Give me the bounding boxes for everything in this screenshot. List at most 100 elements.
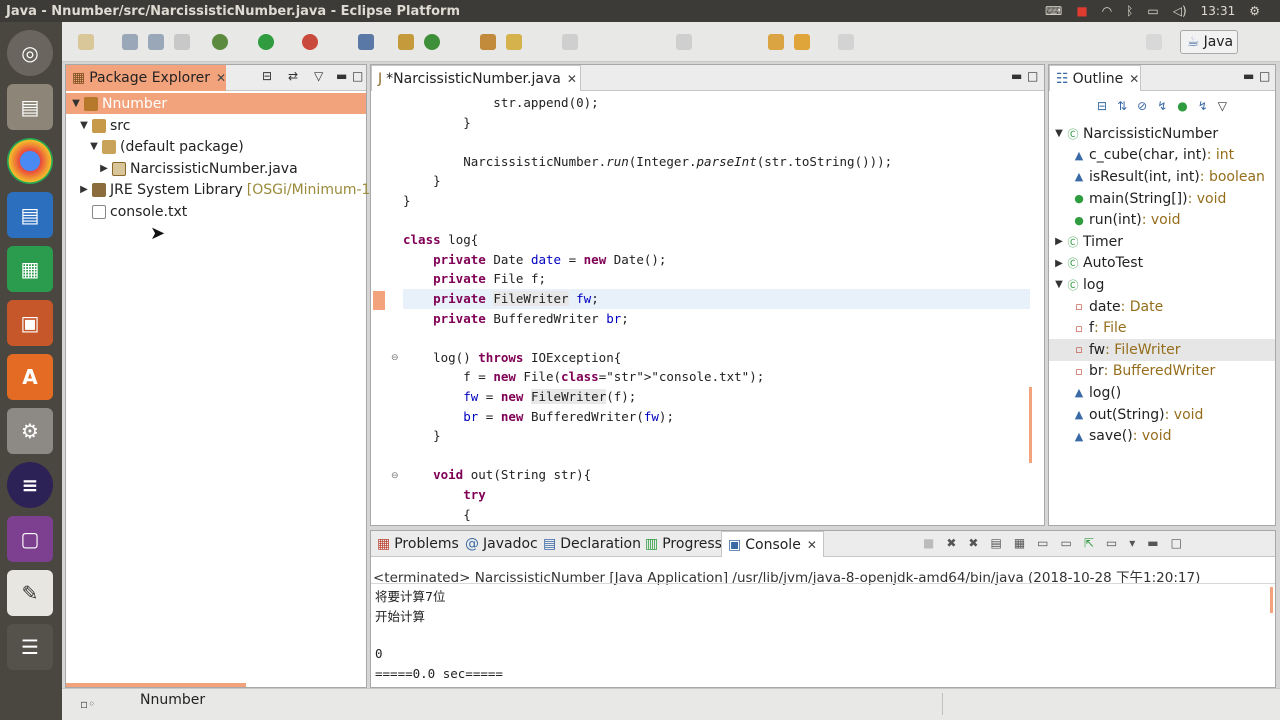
link-editor-icon[interactable]: ⇄: [288, 69, 298, 83]
tree-item-package[interactable]: ▼ (default package): [66, 136, 244, 157]
new-icon[interactable]: [78, 34, 94, 50]
impress-icon[interactable]: ▣: [7, 300, 53, 346]
outline-item[interactable]: ● run(int) : void: [1049, 209, 1275, 231]
horizontal-scrollbar[interactable]: [66, 683, 246, 687]
outline-item[interactable]: ▲ c_cube(char, int) : int: [1049, 145, 1275, 167]
eclipse-icon[interactable]: ≡: [7, 462, 53, 508]
back-icon[interactable]: [794, 34, 810, 50]
workspaces-icon[interactable]: ☰: [7, 624, 53, 670]
terminate-icon[interactable]: ■: [923, 536, 934, 550]
tab-console[interactable]: ▣ Console ✕: [721, 531, 824, 557]
expand-arrow-icon[interactable]: ▶: [98, 163, 110, 174]
pin-console-icon[interactable]: ▭: [1061, 536, 1072, 550]
expand-arrow-icon[interactable]: ▼: [70, 98, 82, 109]
remove-all-icon[interactable]: ✖: [968, 536, 978, 550]
writer-icon[interactable]: ▤: [7, 192, 53, 238]
print-icon[interactable]: [174, 34, 190, 50]
clear-console-icon[interactable]: ▤: [990, 536, 1001, 550]
maximize-icon[interactable]: □: [1027, 69, 1038, 83]
view-menu-icon[interactable]: ▽: [1218, 99, 1227, 113]
dash-home-icon[interactable]: ◎: [7, 30, 53, 76]
tab-declaration[interactable]: ▤ Declaration: [537, 531, 647, 557]
text-editor-icon[interactable]: ✎: [7, 570, 53, 616]
new-console-icon[interactable]: ▾: [1129, 536, 1135, 550]
outline-item[interactable]: ▼ Ⓒlog: [1049, 274, 1275, 296]
minimize-icon[interactable]: ▬: [1147, 536, 1158, 550]
camera-icon[interactable]: ■: [1076, 4, 1087, 18]
minimize-icon[interactable]: ▬: [336, 69, 347, 83]
tab-progress[interactable]: ▥ Progress: [639, 531, 728, 557]
new-class-icon[interactable]: [424, 34, 440, 50]
maximize-icon[interactable]: □: [1259, 69, 1270, 83]
tree-item-java-file[interactable]: ▶ NarcissisticNumber.java: [66, 158, 298, 179]
run-icon[interactable]: [258, 34, 274, 50]
hide-static-icon[interactable]: ↯: [1157, 99, 1167, 113]
maximize-icon[interactable]: □: [352, 69, 363, 83]
outline-item[interactable]: ▲ out(String) : void: [1049, 404, 1275, 426]
collapse-all-icon[interactable]: ⊟: [262, 69, 272, 83]
code-area[interactable]: str.append(0); } NarcissisticNumber.run(…: [403, 93, 1030, 525]
tree-item-src[interactable]: ▼ src: [66, 115, 130, 136]
tab-package-explorer[interactable]: ▦ Package Explorer ✕: [66, 65, 226, 91]
maximize-icon[interactable]: □: [1171, 536, 1182, 550]
expand-arrow-icon[interactable]: ▼: [88, 141, 100, 152]
close-icon[interactable]: ✕: [567, 72, 577, 86]
software-center-icon[interactable]: A: [7, 354, 53, 400]
outline-item[interactable]: ▲ log(): [1049, 382, 1275, 404]
chrome-icon[interactable]: [7, 138, 53, 184]
sort-icon[interactable]: ⇅: [1117, 99, 1127, 113]
minimize-icon[interactable]: ▬: [1011, 69, 1022, 83]
clock[interactable]: 13:31: [1201, 4, 1236, 18]
calc-icon[interactable]: ▦: [7, 246, 53, 292]
hide-fields-icon[interactable]: ⊘: [1137, 99, 1147, 113]
console-output[interactable]: 将要计算7位 开始计算 0 =====0.0 sec=====: [371, 583, 1275, 687]
system-settings-icon[interactable]: ⚙: [7, 408, 53, 454]
tab-outline[interactable]: ☷ Outline ✕: [1049, 65, 1141, 91]
hide-local-types-icon[interactable]: ↯: [1198, 99, 1208, 113]
tree-item-console-txt[interactable]: console.txt: [66, 201, 187, 222]
console-scrollbar[interactable]: [1270, 587, 1273, 613]
outline-item[interactable]: ▫ date : Date: [1049, 296, 1275, 318]
save-icon[interactable]: [122, 34, 138, 50]
tree-item-project[interactable]: ▼ Nnumber: [66, 93, 366, 114]
new-java-project-icon[interactable]: [398, 34, 414, 50]
tree-item-jre[interactable]: ▶ JRE System Library [OSGi/Minimum-1.2]: [66, 179, 389, 200]
tab-problems[interactable]: ▦ Problems: [371, 531, 465, 557]
outline-item[interactable]: ▶ Ⓒ AutoTest: [1049, 253, 1275, 275]
annotation-icon[interactable]: [562, 34, 578, 50]
collapse-all-icon[interactable]: ⊟: [1097, 99, 1107, 113]
overview-ruler[interactable]: [1029, 387, 1032, 463]
expand-arrow-icon[interactable]: ▼: [1053, 279, 1065, 290]
wifi-icon[interactable]: ◠: [1102, 4, 1112, 18]
outline-item[interactable]: ▫ fw : FileWriter: [1049, 339, 1275, 361]
battery-icon[interactable]: ▭: [1147, 4, 1158, 18]
breakpoint-marker[interactable]: [373, 291, 385, 310]
outline-item[interactable]: ▫ f : File: [1049, 317, 1275, 339]
minimize-icon[interactable]: ▬: [1243, 69, 1254, 83]
outline-item[interactable]: ▲ save() : void: [1049, 425, 1275, 447]
save-all-icon[interactable]: [148, 34, 164, 50]
media-icon[interactable]: ▢: [7, 516, 53, 562]
display-console-icon[interactable]: ⇱: [1084, 536, 1094, 550]
outline-item[interactable]: ▫ br : BufferedWriter: [1049, 361, 1275, 383]
remove-launch-icon[interactable]: ✖: [946, 536, 956, 550]
fold-toggle-icon[interactable]: ⊖: [391, 471, 399, 481]
expand-arrow-icon[interactable]: ▼: [78, 120, 90, 131]
hide-nonpublic-icon[interactable]: ●: [1177, 99, 1187, 113]
next-annotation-icon[interactable]: [676, 34, 692, 50]
files-icon[interactable]: ▤: [7, 84, 53, 130]
outline-item[interactable]: ▼ Ⓒ NarcissisticNumber: [1049, 123, 1275, 145]
expand-arrow-icon[interactable]: ▶: [1053, 258, 1065, 269]
outline-item[interactable]: ● main(String[]) : void: [1049, 188, 1275, 210]
open-console-icon[interactable]: ▭: [1106, 536, 1117, 550]
run-coverage-icon[interactable]: [302, 34, 318, 50]
bluetooth-icon[interactable]: ᛒ: [1126, 4, 1133, 18]
last-edit-icon[interactable]: [768, 34, 784, 50]
volume-icon[interactable]: ◁): [1173, 4, 1187, 18]
word-wrap-icon[interactable]: ▭: [1037, 536, 1048, 550]
fold-toggle-icon[interactable]: ⊖: [391, 353, 399, 363]
tab-javadoc[interactable]: @ Javadoc: [459, 531, 544, 557]
expand-arrow-icon[interactable]: ▶: [78, 184, 90, 195]
outline-item[interactable]: ▶ Ⓒ Timer: [1049, 231, 1275, 253]
close-icon[interactable]: ✕: [216, 71, 226, 85]
